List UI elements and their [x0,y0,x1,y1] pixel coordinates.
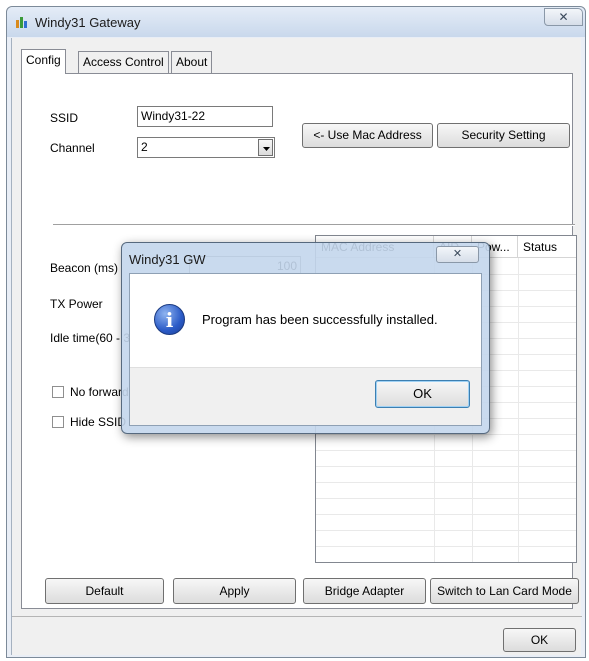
dialog-message: Program has been successfully installed. [202,312,438,327]
channel-select[interactable]: 2 [137,137,275,158]
beacon-label: Beacon (ms) [50,261,119,275]
no-forward-label: No forward [70,385,129,399]
ssid-input[interactable]: Windy31-22 [137,106,273,127]
footer-divider [12,616,582,617]
row-gridline [316,562,577,563]
dialog-title: Windy31 GW [129,252,206,267]
ssid-label: SSID [50,111,79,125]
tab-about[interactable]: About [171,51,213,73]
default-button[interactable]: Default [45,578,164,604]
apply-button[interactable]: Apply [173,578,296,604]
dialog-ok-button[interactable]: OK [375,380,470,408]
divider [53,224,575,226]
channel-value: 2 [141,140,148,154]
bridge-adapter-button[interactable]: Bridge Adapter [303,578,426,604]
tab-access-control[interactable]: Access Control [78,51,169,73]
no-forward-checkbox[interactable] [52,386,64,398]
message-dialog: Windy31 GW ✕ i Program has been successf… [121,242,490,434]
row-gridline [316,530,576,531]
dialog-close-icon[interactable]: ✕ [436,246,479,263]
tx-power-label: TX Power [50,297,103,311]
idle-time-label: Idle time(60 - 3 [50,331,131,345]
row-gridline [316,514,576,515]
chevron-down-icon[interactable] [258,139,273,156]
row-gridline [316,482,576,483]
title-bar: Windy31 Gateway ✕ [7,7,585,37]
close-icon[interactable]: ✕ [544,8,583,26]
channel-label: Channel [50,141,95,155]
row-gridline [316,434,576,435]
row-gridline [316,546,576,547]
row-gridline [316,466,576,467]
security-setting-button[interactable]: Security Setting [437,123,570,148]
ok-button[interactable]: OK [503,628,576,652]
column-gridline [518,258,519,562]
info-icon: i [154,304,185,335]
hide-ssid-checkbox[interactable] [52,416,64,428]
window-title: Windy31 Gateway [35,15,141,30]
hide-ssid-label: Hide SSID [70,415,127,429]
row-gridline [316,498,576,499]
tab-config[interactable]: Config [21,49,66,74]
dialog-footer: OK [130,367,481,425]
app-icon [16,17,27,28]
dialog-body: i Program has been successfully installe… [129,273,482,426]
row-gridline [316,450,576,451]
switch-lan-card-mode-button[interactable]: Switch to Lan Card Mode [430,578,579,604]
use-mac-address-button[interactable]: <- Use Mac Address [302,123,433,148]
